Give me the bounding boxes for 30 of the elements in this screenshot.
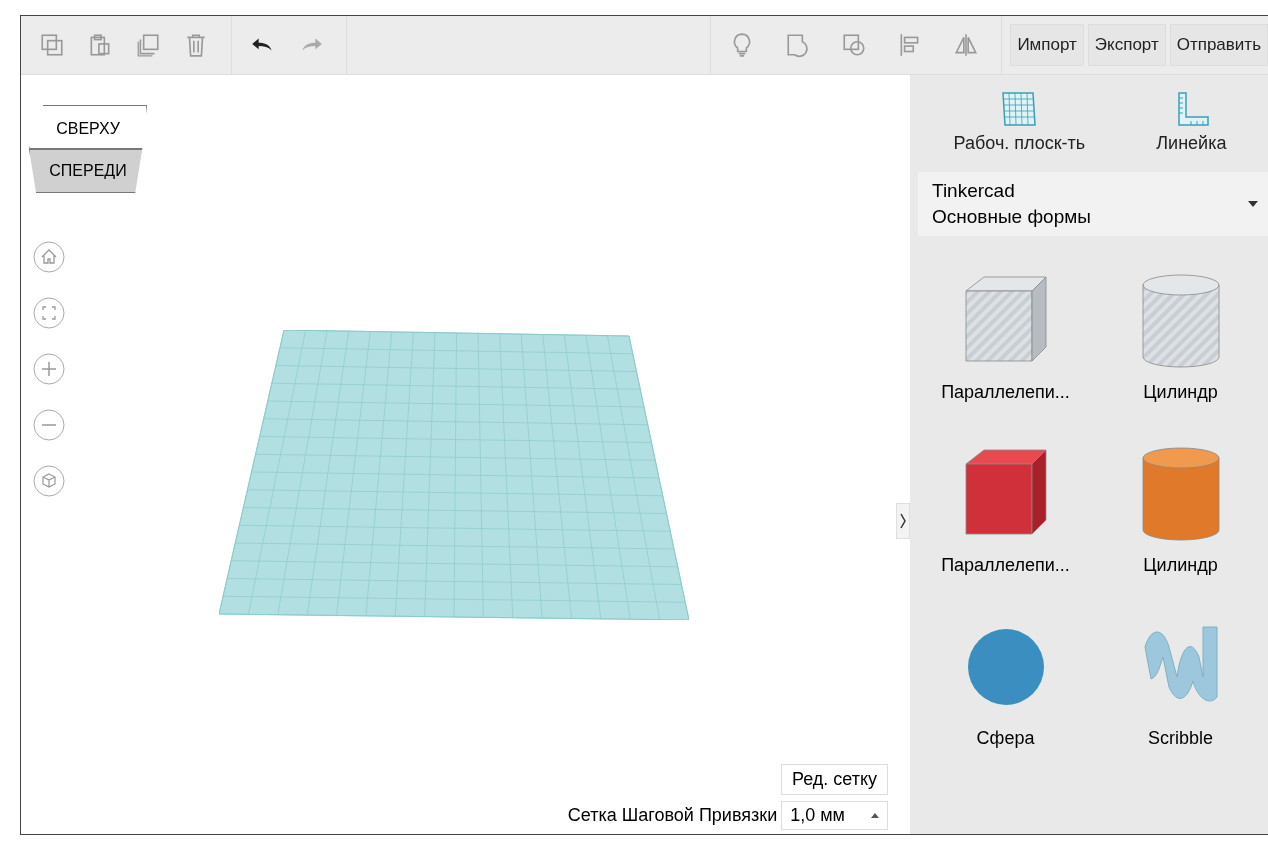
shape-item[interactable]: Scribble [1093, 612, 1268, 749]
duplicate-icon[interactable] [135, 32, 161, 58]
caret-up-icon [871, 813, 879, 818]
cube-top-face-label[interactable]: СВЕРХУ [29, 105, 147, 149]
mirror-icon[interactable] [953, 32, 980, 58]
workplane-grid-drawing[interactable] [219, 330, 689, 620]
shape-item[interactable]: Цилиндр [1093, 439, 1268, 576]
perspective-cube-icon[interactable] [33, 465, 65, 497]
shape-item[interactable]: Параллелепи... [918, 266, 1093, 403]
shape-category-dropdown[interactable]: Tinkercad Основные формы [918, 172, 1268, 236]
snap-grid-select[interactable]: 1,0 мм [781, 801, 888, 830]
toolbar-button[interactable]: Экспорт [1087, 24, 1166, 66]
toolbar-button[interactable]: Импорт [1010, 24, 1084, 66]
collapse-panel-handle[interactable] [896, 503, 910, 539]
ungroup-icon[interactable] [841, 32, 868, 58]
fit-view-icon[interactable] [33, 297, 65, 329]
view-cube[interactable]: СВЕРХУ СПЕРЕДИ [29, 105, 147, 193]
shape-item[interactable]: Параллелепи... [918, 439, 1093, 576]
home-icon[interactable] [33, 241, 65, 273]
copy-icon[interactable] [39, 32, 65, 58]
edit-grid-button[interactable]: Ред. сетку [780, 764, 888, 795]
panel-tool-button[interactable]: Рабоч. плоск-ть [949, 85, 1090, 158]
snap-grid-label: Сетка Шаговой Привязки [567, 805, 778, 826]
zoom-out-icon[interactable] [33, 409, 65, 441]
toolbar-button[interactable]: Отправить [1169, 24, 1268, 66]
shape-item[interactable]: Цилиндр [1093, 266, 1268, 403]
shape-item[interactable]: Сфера [918, 612, 1093, 749]
panel-tool-button[interactable]: Линейка [1152, 85, 1231, 158]
zoom-in-icon[interactable] [33, 353, 65, 385]
caret-down-icon [1248, 201, 1258, 207]
